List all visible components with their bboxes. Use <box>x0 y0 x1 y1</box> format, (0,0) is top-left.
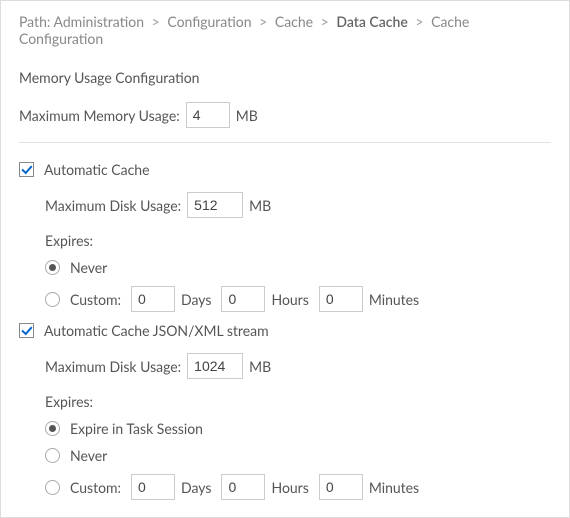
auto-cache-json-expires-label: Expires: <box>45 393 551 410</box>
divider <box>19 142 551 143</box>
chevron-right-icon: > <box>321 13 329 30</box>
chevron-right-icon: > <box>415 13 423 30</box>
breadcrumb-item[interactable]: Configuration <box>167 13 251 30</box>
auto-cache-custom-minutes-label: Minutes <box>369 291 419 308</box>
auto-cache-custom-hours-input[interactable] <box>221 286 265 312</box>
auto-cache-json-expires-custom-label: Custom: <box>70 479 121 496</box>
auto-cache-custom-days-input[interactable] <box>131 286 175 312</box>
auto-cache-json-expires-never-label: Never <box>70 447 107 464</box>
automatic-cache-json-checkbox[interactable] <box>19 323 34 338</box>
auto-cache-json-custom-minutes-label: Minutes <box>369 479 419 496</box>
auto-cache-disk-label: Maximum Disk Usage: <box>45 197 181 214</box>
auto-cache-json-disk-input[interactable] <box>187 353 243 379</box>
auto-cache-json-expires-task-label: Expire in Task Session <box>70 420 203 437</box>
auto-cache-expires-label: Expires: <box>45 232 551 249</box>
chevron-right-icon: > <box>259 13 267 30</box>
auto-cache-custom-minutes-input[interactable] <box>319 286 363 312</box>
auto-cache-json-expires-custom-radio[interactable] <box>45 480 60 495</box>
auto-cache-custom-days-label: Days <box>181 291 211 308</box>
memory-config-title: Memory Usage Configuration <box>19 69 551 86</box>
auto-cache-json-custom-days-label: Days <box>181 479 211 496</box>
cache-config-panel: Path: Administration > Configuration > C… <box>0 0 570 518</box>
automatic-cache-json-label: Automatic Cache JSON/XML stream <box>44 322 269 339</box>
auto-cache-json-disk-label: Maximum Disk Usage: <box>45 358 181 375</box>
auto-cache-json-expires-never-radio[interactable] <box>45 448 60 463</box>
auto-cache-json-disk-unit: MB <box>249 358 271 375</box>
auto-cache-json-custom-minutes-input[interactable] <box>319 474 363 500</box>
auto-cache-disk-input[interactable] <box>187 192 243 218</box>
max-memory-label: Maximum Memory Usage: <box>19 107 180 124</box>
automatic-cache-checkbox[interactable] <box>19 162 34 177</box>
breadcrumb: Path: Administration > Configuration > C… <box>19 13 551 47</box>
auto-cache-json-custom-hours-label: Hours <box>271 479 308 496</box>
breadcrumb-item[interactable]: Administration <box>54 13 145 30</box>
chevron-right-icon: > <box>152 13 160 30</box>
auto-cache-json-expires-task-radio[interactable] <box>45 421 60 436</box>
automatic-cache-label: Automatic Cache <box>44 161 150 178</box>
auto-cache-json-custom-hours-input[interactable] <box>221 474 265 500</box>
auto-cache-expires-never-radio[interactable] <box>45 260 60 275</box>
auto-cache-disk-unit: MB <box>249 197 271 214</box>
auto-cache-expires-never-label: Never <box>70 259 107 276</box>
breadcrumb-item[interactable]: Cache <box>275 13 313 30</box>
breadcrumb-item-current[interactable]: Data Cache <box>336 13 407 30</box>
auto-cache-expires-custom-label: Custom: <box>70 291 121 308</box>
breadcrumb-prefix: Path: <box>19 13 50 30</box>
max-memory-input[interactable] <box>186 102 230 128</box>
max-memory-unit: MB <box>236 107 258 124</box>
auto-cache-custom-hours-label: Hours <box>271 291 308 308</box>
auto-cache-expires-custom-radio[interactable] <box>45 292 60 307</box>
auto-cache-json-custom-days-input[interactable] <box>131 474 175 500</box>
